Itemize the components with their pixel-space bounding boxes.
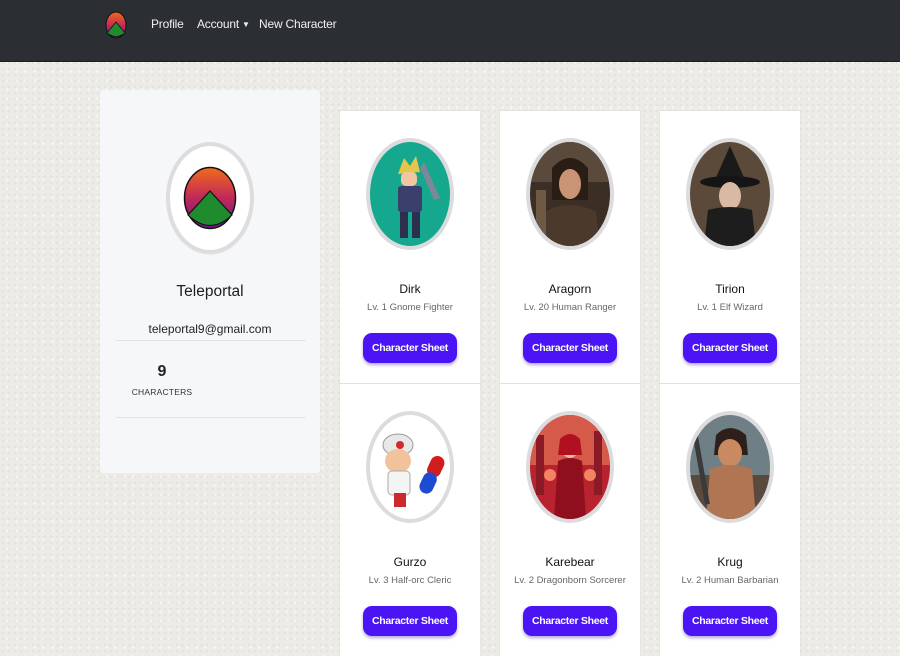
character-portrait xyxy=(690,142,770,246)
character-name: Aragorn xyxy=(548,282,592,296)
top-navbar: Profile Account ▼ New Character xyxy=(0,0,900,62)
character-portrait xyxy=(690,415,770,519)
character-class-level: Lv. 3 Half-orc Cleric xyxy=(368,575,452,586)
characters-count: 9 xyxy=(157,363,167,380)
nav-account-dropdown[interactable]: Account ▼ xyxy=(197,17,250,31)
character-sheet-button[interactable]: Character Sheet xyxy=(523,606,617,636)
character-portrait xyxy=(530,415,610,519)
character-portrait xyxy=(370,415,450,519)
character-name: Karebear xyxy=(545,555,595,569)
profile-username: Teleportal xyxy=(176,283,244,300)
character-name: Krug xyxy=(717,555,743,569)
character-class-level: Lv. 2 Dragonborn Sorcerer xyxy=(514,575,626,586)
character-name: Tirion xyxy=(715,282,745,296)
nav-profile-link[interactable]: Profile xyxy=(151,17,184,31)
character-class-level: Lv. 1 Elf Wizard xyxy=(697,302,763,313)
character-portrait xyxy=(530,142,610,246)
character-sheet-button[interactable]: Character Sheet xyxy=(363,333,457,363)
character-card-dirk: Dirk Lv. 1 Gnome Fighter Character Sheet xyxy=(340,111,480,383)
character-sheet-button[interactable]: Character Sheet xyxy=(683,606,777,636)
divider xyxy=(116,417,306,418)
profile-card: Teleportal teleportal9@gmail.com 9 CHARA… xyxy=(100,90,320,473)
nav-new-character-link[interactable]: New Character xyxy=(259,17,337,31)
character-sheet-button[interactable]: Character Sheet xyxy=(363,606,457,636)
profile-avatar xyxy=(166,142,254,254)
profile-email: teleportal9@gmail.com xyxy=(148,322,272,336)
character-card-aragorn: Aragorn Lv. 20 Human Ranger Character Sh… xyxy=(500,111,640,383)
character-portrait xyxy=(370,142,450,246)
character-card-karebear: Karebear Lv. 2 Dragonborn Sorcerer Chara… xyxy=(500,384,640,656)
nav-account-label: Account xyxy=(197,17,239,31)
character-sheet-button[interactable]: Character Sheet xyxy=(683,333,777,363)
caret-down-icon: ▼ xyxy=(241,20,250,29)
character-class-level: Lv. 20 Human Ranger xyxy=(523,302,617,313)
character-class-level: Lv. 2 Human Barbarian xyxy=(681,575,779,586)
characters-label: CHARACTERS xyxy=(131,387,193,397)
divider xyxy=(116,340,306,341)
character-class-level: Lv. 1 Gnome Fighter xyxy=(367,302,453,313)
character-card-tirion: Tirion Lv. 1 Elf Wizard Character Sheet xyxy=(660,111,800,383)
teleportal-logo-icon[interactable] xyxy=(105,11,127,39)
character-card-krug: Krug Lv. 2 Human Barbarian Character She… xyxy=(660,384,800,656)
character-name: Gurzo xyxy=(393,555,427,569)
character-card-gurzo: Gurzo Lv. 3 Half-orc Cleric Character Sh… xyxy=(340,384,480,656)
character-name: Dirk xyxy=(399,282,421,296)
teleportal-avatar-icon xyxy=(183,166,237,230)
character-sheet-button[interactable]: Character Sheet xyxy=(523,333,617,363)
